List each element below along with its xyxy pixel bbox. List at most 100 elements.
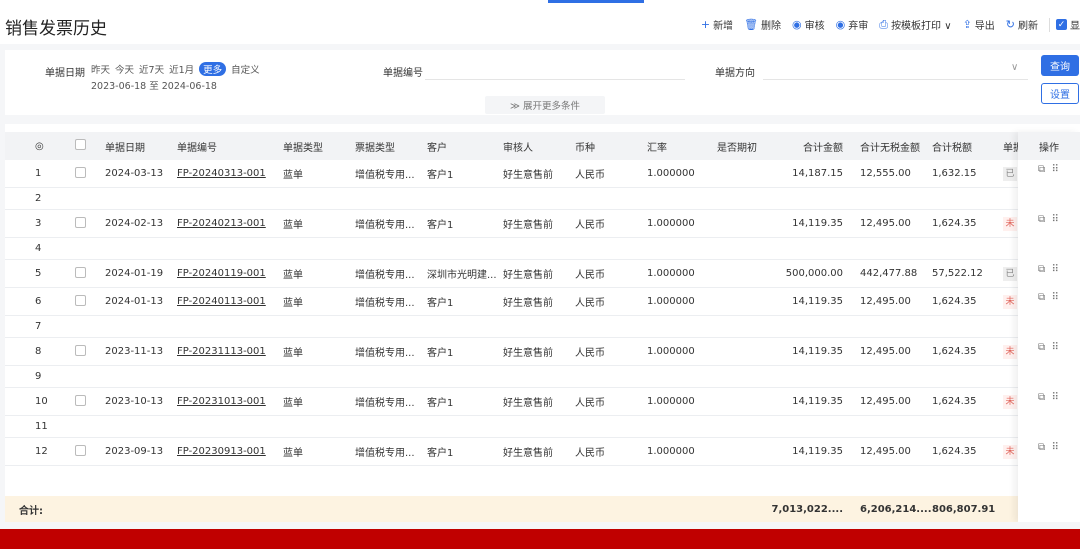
- table-row[interactable]: 12 2023-09-13 FP-20230913-001 蓝单 增值税专用... 客户1…: [5, 438, 1080, 466]
- cell-rate: 1.000000: [647, 296, 695, 307]
- row-checkbox[interactable]: [75, 344, 86, 359]
- toolbar: + 新增 🗑 删除 ◉ 审核 ◉ 弃审 ⎙ 按模板打印 ∨ ⇪ 导出 ↻ 刷新 ✓ 显: [701, 17, 1080, 32]
- row-operations: ⧉ ⠿: [1038, 342, 1059, 353]
- quick-date-option[interactable]: 自定义: [231, 62, 260, 76]
- more-icon[interactable]: ⠿: [1052, 264, 1059, 275]
- row-checkbox[interactable]: [75, 166, 86, 181]
- column-header-select[interactable]: [75, 139, 95, 153]
- cell-code[interactable]: FP-20230913-001: [177, 446, 277, 457]
- cell-index: 2: [35, 193, 42, 204]
- cell-code[interactable]: FP-20240313-001: [177, 168, 277, 179]
- row-checkbox[interactable]: [75, 394, 86, 409]
- cell-customer: 深圳市光明建...: [427, 270, 497, 281]
- cell-rate: 1.000000: [647, 168, 695, 179]
- direction-select[interactable]: [763, 58, 1028, 80]
- column-header-tax: 合计税额: [932, 142, 972, 154]
- toolbar-button-trash[interactable]: 🗑 删除: [744, 17, 781, 32]
- cell-tax: 1,632.15: [932, 168, 977, 179]
- table-row[interactable]: 5 2024-01-19 FP-20240119-001 蓝单 增值税专用... 深圳市光…: [5, 260, 1080, 288]
- view-icon[interactable]: ⧉: [1038, 264, 1045, 275]
- cell-code[interactable]: FP-20231113-001: [177, 346, 277, 357]
- select-all-checkbox[interactable]: [75, 139, 86, 150]
- cell-index: 1: [35, 168, 42, 179]
- view-icon[interactable]: ⧉: [1038, 164, 1045, 175]
- cell-code[interactable]: FP-20240113-001: [177, 296, 277, 307]
- doc-no-input[interactable]: [425, 58, 685, 80]
- more-icon[interactable]: ⠿: [1052, 292, 1059, 303]
- toolbar-display-toggle[interactable]: ✓ 显: [1056, 17, 1080, 32]
- table-row[interactable]: 2: [5, 188, 1080, 210]
- table-row[interactable]: 1 2024-03-13 FP-20240313-001 蓝单 增值税专用... 客户1 好…: [5, 160, 1080, 188]
- cell-customer: 客户1: [427, 448, 454, 459]
- toolbar-button-export[interactable]: ⇪ 导出: [963, 17, 995, 32]
- table-row[interactable]: 11: [5, 416, 1080, 438]
- quick-date-option[interactable]: 昨天: [91, 62, 110, 76]
- audit-icon: ◉: [792, 18, 802, 31]
- view-icon[interactable]: ⧉: [1038, 292, 1045, 303]
- row-checkbox[interactable]: [75, 216, 86, 231]
- toolbar-button-label: 导出: [974, 21, 995, 32]
- quick-date-option[interactable]: 今天: [115, 62, 134, 76]
- status-badge: 未: [1003, 216, 1017, 231]
- table-row[interactable]: 7: [5, 316, 1080, 338]
- more-icon[interactable]: ⠿: [1052, 214, 1059, 225]
- row-operations: ⧉ ⠿: [1038, 164, 1059, 175]
- footer-total: 7,013,022....: [771, 503, 844, 515]
- date-filter-label: 单据日期: [45, 68, 85, 79]
- cell-tax: 57,522.12: [932, 268, 983, 279]
- cell-customer: 客户1: [427, 220, 454, 231]
- cell-rate: 1.000000: [647, 446, 695, 457]
- more-icon[interactable]: ⠿: [1052, 342, 1059, 353]
- cell-code[interactable]: FP-20240119-001: [177, 268, 277, 279]
- toolbar-button-label: 删除: [761, 21, 782, 32]
- toolbar-button-plus[interactable]: + 新增: [701, 17, 733, 32]
- more-icon[interactable]: ⠿: [1052, 392, 1059, 403]
- table-row[interactable]: 8 2023-11-13 FP-20231113-001 蓝单 增值税专用... 客户1 好…: [5, 338, 1080, 366]
- invoice-table: ◎ 单据日期 单据编号 单据类型 票据类型 客户 审核人 币种 汇率 是否期初 合计金额 合计无税金额…: [5, 124, 1080, 522]
- toolbar-button-audit[interactable]: ◉ 审核: [792, 17, 825, 32]
- settings-button[interactable]: 设置: [1041, 83, 1079, 104]
- row-operations: ⧉ ⠿: [1038, 214, 1059, 225]
- view-icon[interactable]: ⧉: [1038, 392, 1045, 403]
- table-row[interactable]: 6 2024-01-13 FP-20240113-001 蓝单 增值税专用... 客户1 好…: [5, 288, 1080, 316]
- table-header: ◎ 单据日期 单据编号 单据类型 票据类型 客户 审核人 币种 汇率 是否期初 合计金额 合计无税金额…: [5, 132, 1080, 160]
- quick-date-option[interactable]: 近7天: [139, 62, 164, 76]
- cell-tax: 1,624.35: [932, 346, 977, 357]
- quick-date-option[interactable]: 更多: [199, 62, 227, 76]
- column-header-date: 单据日期: [105, 142, 145, 154]
- cell-code[interactable]: FP-20231013-001: [177, 396, 277, 407]
- top-bar: 销售发票历史 + 新增 🗑 删除 ◉ 审核 ◉ 弃审 ⎙ 按模板打印 ∨ ⇪ 导出 ↻ 刷新 ✓ 显: [0, 0, 1080, 44]
- table-row[interactable]: 3 2024-02-13 FP-20240213-001 蓝单 增值税专用... 客户1 好…: [5, 210, 1080, 238]
- cell-index: 6: [35, 296, 42, 307]
- row-checkbox[interactable]: [75, 266, 86, 281]
- date-range-value[interactable]: 2023-06-18 至 2024-06-18: [91, 78, 217, 92]
- cell-index: 10: [35, 396, 48, 407]
- toolbar-button-unaudit[interactable]: ◉ 弃审: [836, 17, 869, 32]
- chevron-down-icon[interactable]: ∨: [1011, 62, 1018, 73]
- row-operations: ⧉ ⠿: [1038, 442, 1059, 453]
- row-checkbox[interactable]: [75, 444, 86, 459]
- view-icon[interactable]: ⧉: [1038, 342, 1045, 353]
- more-icon[interactable]: ⠿: [1052, 442, 1059, 453]
- view-icon[interactable]: ⧉: [1038, 214, 1045, 225]
- toolbar-button-label: 刷新: [1018, 21, 1038, 32]
- table-row[interactable]: 9: [5, 366, 1080, 388]
- query-button[interactable]: 查询: [1041, 55, 1079, 76]
- row-operations: ⧉ ⠿: [1038, 392, 1059, 403]
- cell-total: 14,187.15: [792, 168, 843, 179]
- footer-notax: 6,206,214....: [860, 503, 932, 515]
- view-icon[interactable]: ⧉: [1038, 442, 1045, 453]
- toolbar-button-refresh[interactable]: ↻ 刷新: [1006, 17, 1038, 32]
- cell-tax: 1,624.35: [932, 446, 977, 457]
- cell-code[interactable]: FP-20240213-001: [177, 218, 277, 229]
- more-icon[interactable]: ⠿: [1052, 164, 1059, 175]
- quick-date-option[interactable]: 近1月: [169, 62, 194, 76]
- expand-conditions-button[interactable]: ≫ 展开更多条件: [485, 96, 605, 114]
- column-header-type: 单据类型: [283, 142, 323, 154]
- row-checkbox[interactable]: [75, 294, 86, 309]
- trash-icon: 🗑: [744, 18, 759, 31]
- table-row[interactable]: 4: [5, 238, 1080, 260]
- table-row[interactable]: 10 2023-10-13 FP-20231013-001 蓝单 增值税专用... 客户1…: [5, 388, 1080, 416]
- toolbar-button-print[interactable]: ⎙ 按模板打印 ∨: [879, 17, 951, 33]
- cell-total: 14,119.35: [792, 296, 843, 307]
